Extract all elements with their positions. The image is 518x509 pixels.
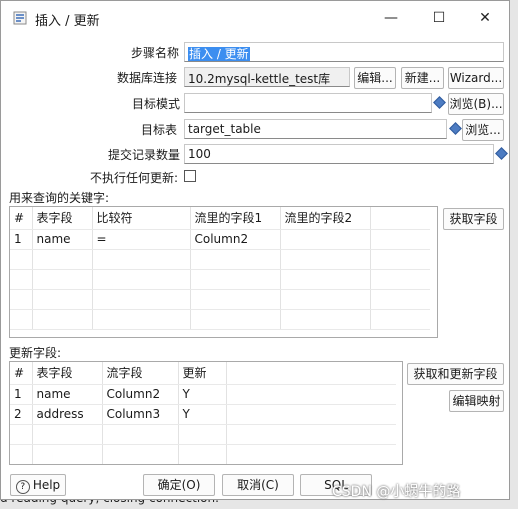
col-header-index: #: [10, 207, 33, 230]
title-bar: 插入 / 更新 — ☐ ✕: [1, 1, 509, 35]
variable-icon: [495, 147, 508, 160]
close-button[interactable]: ✕: [467, 5, 503, 31]
table-row: [10, 444, 396, 464]
csdn-watermark: CSDN @小蜗牛的路: [332, 484, 461, 500]
ok-button[interactable]: 确定(O): [143, 474, 215, 496]
minimize-button[interactable]: —: [373, 5, 409, 31]
col-header-stream-field-2: 流里的字段2: [280, 207, 371, 230]
commit-size-label: 提交记录数量: [108, 148, 181, 162]
col-header-stream-field: 流字段: [102, 362, 179, 385]
db-connection-label: 数据库连接: [117, 71, 178, 85]
table-row[interactable]: 2 address Column3 Y: [10, 404, 396, 425]
col-header-comparator: 比较符: [92, 207, 191, 230]
commit-size-value: 100: [188, 147, 211, 161]
step-name-value: 插入 / 更新: [188, 47, 250, 61]
table-header-row: # 表字段 流字段 更新: [10, 362, 396, 385]
step-name-input[interactable]: 插入 / 更新: [184, 42, 504, 62]
update-section-label: 更新字段:: [9, 346, 62, 360]
col-header-stream-field-1: 流里的字段1: [190, 207, 281, 230]
table-row: [10, 424, 396, 445]
get-update-fields-button[interactable]: 获取和更新字段: [407, 363, 504, 385]
transform-step-icon: [13, 11, 27, 25]
new-connection-button[interactable]: 新建...: [401, 67, 444, 89]
target-table-label: 目标表: [141, 123, 178, 137]
commit-size-input[interactable]: 100: [184, 144, 494, 164]
browse-table-button[interactable]: 浏览...: [462, 119, 504, 141]
table-row: [10, 309, 430, 330]
edit-mapping-button[interactable]: 编辑映射: [449, 390, 504, 412]
col-header-index: #: [10, 362, 33, 385]
no-update-checkbox[interactable]: [184, 170, 196, 182]
edit-connection-button[interactable]: 编辑...: [354, 67, 396, 89]
col-header-update: 更新: [178, 362, 227, 385]
key-fields-table[interactable]: # 表字段 比较符 流里的字段1 流里的字段2 1 name = Column2: [9, 206, 438, 338]
dialog-title: 插入 / 更新: [35, 14, 100, 29]
key-section-label: 用来查询的关键字:: [9, 191, 110, 205]
target-schema-input[interactable]: [184, 93, 432, 113]
db-connection-select[interactable]: 10.2mysql-kettle_test库: [184, 67, 350, 87]
insert-update-dialog: 插入 / 更新 — ☐ ✕ 步骤名称 插入 / 更新 数据库连接 10.2mys…: [0, 0, 510, 500]
maximize-button[interactable]: ☐: [421, 5, 457, 31]
variable-icon: [433, 96, 446, 109]
step-name-label: 步骤名称: [131, 46, 180, 60]
no-update-label: 不执行任何更新:: [90, 171, 179, 185]
db-connection-value: 10.2mysql-kettle_test库: [188, 72, 331, 86]
browse-schema-button[interactable]: 浏览(B)...: [448, 93, 504, 115]
table-row: [10, 249, 430, 270]
update-fields-table[interactable]: # 表字段 流字段 更新 1 name Column2 Y 2 address …: [9, 361, 403, 465]
variable-icon: [449, 122, 462, 135]
help-button[interactable]: ? Help: [10, 474, 66, 496]
table-row: [10, 289, 430, 310]
table-row[interactable]: 1 name = Column2: [10, 229, 430, 250]
col-header-table-field: 表字段: [32, 207, 93, 230]
table-header-row: # 表字段 比较符 流里的字段1 流里的字段2: [10, 207, 430, 230]
help-icon: ?: [15, 480, 30, 494]
col-header-table-field: 表字段: [32, 362, 103, 385]
target-schema-label: 目标模式: [132, 97, 181, 111]
target-table-input[interactable]: target_table: [184, 119, 447, 139]
wizard-button[interactable]: Wizard...: [448, 67, 504, 89]
cancel-button[interactable]: 取消(C): [222, 474, 294, 496]
get-fields-button[interactable]: 获取字段: [443, 208, 504, 230]
target-table-value: target_table: [188, 122, 261, 136]
table-row: [10, 269, 430, 290]
table-row[interactable]: 1 name Column2 Y: [10, 384, 396, 405]
